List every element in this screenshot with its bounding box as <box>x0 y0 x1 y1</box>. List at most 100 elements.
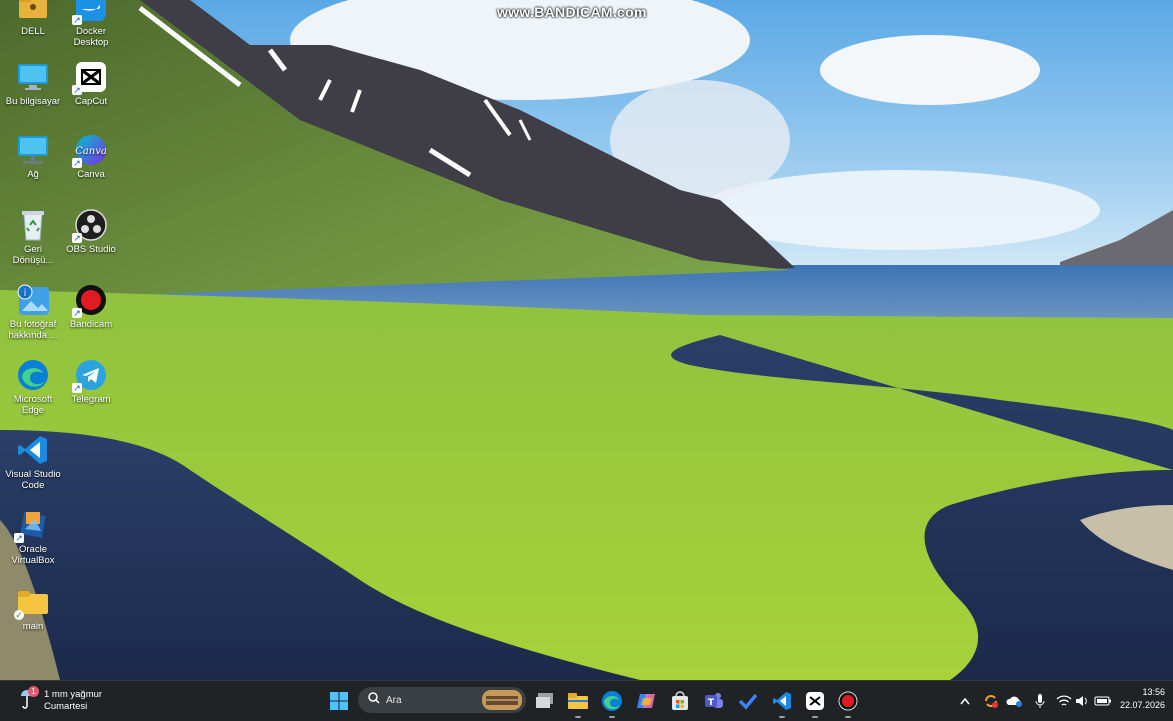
desktop-icon-label: Bandicam <box>69 319 113 330</box>
docker-icon: ↗ <box>72 0 108 25</box>
canva-icon: Canva ↗ <box>72 133 108 168</box>
bandicam-icon: ↗ <box>72 283 108 318</box>
tray-battery[interactable] <box>1094 691 1112 711</box>
teams-icon: T <box>705 693 723 708</box>
bandicam-watermark: www.BANDICAM.com <box>497 4 647 20</box>
taskbar-vscode[interactable] <box>770 689 794 718</box>
taskbar-copilot[interactable] <box>634 689 658 713</box>
shortcut-arrow-icon: ↗ <box>72 308 82 318</box>
recycle-bin-icon <box>16 208 50 242</box>
volume-icon <box>1076 696 1087 706</box>
weather-widget[interactable]: 1 1 mm yağmur Cumartesi <box>18 685 102 717</box>
desktop-icon-label: main <box>22 621 44 632</box>
desktop-icon-label: Ağ <box>27 169 39 180</box>
desktop-icon-edge[interactable]: Microsoft Edge <box>4 358 62 416</box>
taskbar-clock[interactable]: 13:56 22.07.2026 <box>1120 686 1165 712</box>
desktop-icon-network[interactable]: Ağ <box>4 133 62 180</box>
monitor-icon <box>16 60 50 94</box>
task-view-button[interactable] <box>533 689 557 713</box>
task-view-icon <box>536 693 553 708</box>
tray-microphone[interactable] <box>1032 691 1048 711</box>
shortcut-arrow-icon: ↗ <box>72 85 82 95</box>
desktop-icon-virtualbox[interactable]: ↗ Oracle VirtualBox <box>4 508 62 566</box>
shortcut-arrow-icon: ↗ <box>14 533 24 543</box>
taskbar-file-explorer[interactable] <box>566 689 590 718</box>
wifi-icon <box>1056 695 1072 706</box>
desktop-icon-dell[interactable]: DELL <box>4 0 62 37</box>
tray-onedrive[interactable] <box>1006 691 1024 711</box>
taskbar: 1 1 mm yağmur Cumartesi Ara T 13:56 22.0… <box>0 680 1173 721</box>
desktop-icon-label: Bu fotoğraf hakkında ... <box>8 319 58 341</box>
search-icon <box>368 691 380 709</box>
taskbar-bandicam[interactable] <box>836 689 860 718</box>
onedrive-icon <box>1006 696 1022 707</box>
clock-time: 13:56 <box>1142 687 1165 697</box>
show-hidden-icons[interactable] <box>958 691 972 711</box>
desktop-icon-vscode[interactable]: Visual Studio Code <box>4 433 62 491</box>
desktop-icon-label: Canva <box>77 169 105 180</box>
capcut-icon: ↗ <box>72 60 108 95</box>
desktop-icon-label: Geri Dönüşü... <box>12 244 54 266</box>
desktop-icon-label: Bu bilgisayar <box>5 96 61 107</box>
desktop-icon-label: DELL <box>21 26 45 37</box>
store-icon <box>672 691 688 710</box>
desktop-icon-label: OBS Studio <box>66 244 116 255</box>
desktop-icon-telegram[interactable]: ↗ Telegram <box>62 358 120 405</box>
clock-date: 22.07.2026 <box>1119 700 1165 710</box>
desktop-icon-label: Docker Desktop <box>73 26 109 48</box>
search-placeholder: Ara <box>386 694 402 706</box>
desktop-icon-main-folder[interactable]: ✓ main <box>4 585 62 632</box>
sync-check-icon: ✓ <box>14 610 24 620</box>
tray-sync[interactable] <box>982 691 1000 711</box>
taskbar-edge[interactable] <box>600 689 624 718</box>
svg-text:T: T <box>708 698 715 708</box>
start-button[interactable] <box>327 689 351 713</box>
edge-icon <box>16 358 50 392</box>
taskbar-search[interactable]: Ara <box>358 687 526 713</box>
start-icon <box>330 692 348 710</box>
file-explorer-icon <box>568 693 588 709</box>
desktop-icon-recycle-bin[interactable]: Geri Dönüşü... <box>4 208 62 266</box>
copilot-icon <box>637 694 655 708</box>
desktop-icon-obs[interactable]: ↗ OBS Studio <box>62 208 120 255</box>
weather-condition: 1 mm yağmur <box>44 689 103 700</box>
taskbar-store[interactable] <box>668 689 692 713</box>
svg-text:i: i <box>24 288 27 299</box>
taskbar-capcut[interactable] <box>803 689 827 718</box>
svg-text:Canva: Canva <box>75 146 107 157</box>
desktop-icon-label: Telegram <box>71 394 111 405</box>
weather-badge: 1 <box>28 686 39 697</box>
desktop-icon-capcut[interactable]: ↗ CapCut <box>62 60 120 107</box>
desktop-icon-canva[interactable]: Canva ↗ Canva <box>62 133 120 180</box>
vscode-icon <box>16 433 50 467</box>
desktop-icon-this-pc[interactable]: Bu bilgisayar <box>4 60 62 107</box>
tray-volume[interactable] <box>1074 691 1090 711</box>
bandicam-icon <box>838 691 858 711</box>
desktop-icon-label: Visual Studio Code <box>5 469 61 491</box>
taskbar-teams[interactable]: T <box>702 689 726 713</box>
capcut-icon <box>806 692 824 710</box>
sync-icon <box>985 695 998 708</box>
running-indicator <box>845 716 851 718</box>
shortcut-arrow-icon: ↗ <box>72 383 82 393</box>
todo-icon <box>738 693 758 710</box>
virtualbox-icon: ↗ <box>14 508 50 543</box>
chevron-up-icon <box>960 697 970 705</box>
battery-icon <box>1094 696 1111 706</box>
shortcut-arrow-icon: ↗ <box>72 158 82 168</box>
desktop-icon-bandicam[interactable]: ↗ Bandicam <box>62 283 120 330</box>
desktop-icon-label: CapCut <box>74 96 108 107</box>
desktop-icon-docker[interactable]: ↗ Docker Desktop <box>62 0 120 48</box>
taskbar-todo[interactable] <box>736 689 760 713</box>
running-indicator <box>575 716 581 718</box>
info-photo-icon: i <box>16 283 50 317</box>
edge-icon <box>602 691 622 711</box>
desktop-icon-about-photo[interactable]: i Bu fotoğraf hakkında ... <box>4 283 62 341</box>
running-indicator <box>812 716 818 718</box>
tray-wifi[interactable] <box>1056 691 1072 711</box>
microphone-icon <box>1035 694 1045 708</box>
running-indicator <box>609 716 615 718</box>
folder-icon: ✓ <box>14 585 50 620</box>
vscode-icon <box>773 692 791 710</box>
network-icon <box>16 133 50 167</box>
